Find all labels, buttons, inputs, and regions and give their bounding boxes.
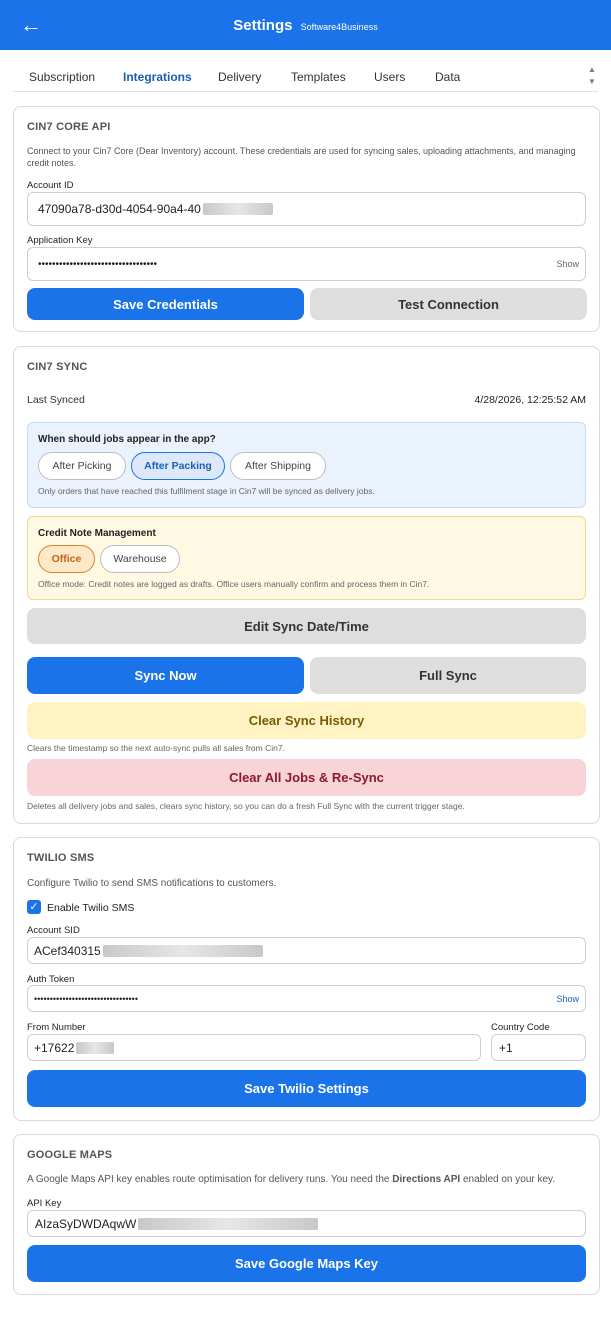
trigger-option-after-shipping[interactable]: After Shipping xyxy=(230,452,326,480)
api-key-label: API Key xyxy=(27,1198,62,1209)
redaction-blur xyxy=(102,944,263,957)
from-number-label: From Number xyxy=(27,1022,86,1033)
page-title: Settings Software4Business xyxy=(0,17,611,34)
show-auth-token-toggle[interactable]: Show xyxy=(556,994,579,1004)
country-code-value: +1 xyxy=(499,1040,513,1055)
account-sid-value: ACef340315 xyxy=(34,943,101,958)
tab-delivery[interactable]: Delivery xyxy=(218,70,261,84)
credit-option-office[interactable]: Office xyxy=(38,545,95,573)
google-maps-card: GOOGLE MAPS A Google Maps API key enable… xyxy=(13,1134,600,1295)
sync-trigger-panel: When should jobs appear in the app? Afte… xyxy=(27,422,586,508)
app-header: ← Settings Software4Business xyxy=(0,0,611,50)
section-title: GOOGLE MAPS xyxy=(27,1149,113,1161)
show-app-key-toggle[interactable]: Show xyxy=(556,259,579,269)
account-id-input[interactable]: 47090a78-d30d-4054-90a4-40 xyxy=(27,192,586,226)
section-title: CIN7 SYNC xyxy=(27,361,88,373)
clear-sync-history-button[interactable]: Clear Sync History xyxy=(27,702,586,739)
credit-note-panel: Credit Note Management Office Warehouse … xyxy=(27,516,586,600)
from-number-input[interactable]: +17622 xyxy=(27,1034,481,1061)
last-synced-label: Last Synced xyxy=(27,394,85,406)
page-subtitle: Software4Business xyxy=(300,22,378,32)
tab-templates[interactable]: Templates xyxy=(291,70,346,84)
sync-now-button[interactable]: Sync Now xyxy=(27,657,304,694)
description-text-end: enabled on your key. xyxy=(460,1174,556,1185)
trigger-note: Only orders that have reached this fulfi… xyxy=(38,486,375,496)
section-title: CIN7 CORE API xyxy=(27,121,111,133)
account-sid-label: Account SID xyxy=(27,925,80,936)
credit-option-warehouse[interactable]: Warehouse xyxy=(100,545,180,573)
save-twilio-button[interactable]: Save Twilio Settings xyxy=(27,1070,586,1107)
auth-token-value: ••••••••••••••••••••••••••••••••• xyxy=(34,993,138,1004)
section-description: Configure Twilio to send SMS notificatio… xyxy=(27,878,277,889)
redaction-blur xyxy=(76,1041,115,1054)
account-id-value: 47090a78-d30d-4054-90a4-40 xyxy=(38,202,201,216)
section-description: Connect to your Cin7 Core (Dear Inventor… xyxy=(27,146,576,168)
credit-note-description: Office mode: Credit notes are logged as … xyxy=(38,579,430,589)
save-google-maps-button[interactable]: Save Google Maps Key xyxy=(27,1245,586,1282)
trigger-option-after-picking[interactable]: After Picking xyxy=(38,452,126,480)
cin7-core-card: CIN7 CORE API Connect to your Cin7 Core … xyxy=(13,106,600,332)
last-synced-value: 4/28/2026, 12:25:52 AM xyxy=(474,394,586,406)
redaction-blur xyxy=(202,203,273,215)
tab-scroll-control[interactable]: ▲ ▼ xyxy=(586,64,598,88)
test-connection-button[interactable]: Test Connection xyxy=(310,288,587,320)
credit-note-title: Credit Note Management xyxy=(38,528,156,539)
clear-all-jobs-button[interactable]: Clear All Jobs & Re-Sync xyxy=(27,759,586,796)
account-sid-input[interactable]: ACef340315 xyxy=(27,937,586,964)
app-key-input[interactable]: •••••••••••••••••••••••••••••••••• Show xyxy=(27,247,586,281)
twilio-sms-card: TWILIO SMS Configure Twilio to send SMS … xyxy=(13,837,600,1121)
tab-users[interactable]: Users xyxy=(374,70,405,84)
settings-tabs: Subscription Integrations Delivery Templ… xyxy=(13,60,598,92)
account-id-label: Account ID xyxy=(27,180,74,191)
enable-twilio-label: Enable Twilio SMS xyxy=(47,902,135,914)
clear-all-note: Deletes all delivery jobs and sales, cle… xyxy=(27,801,465,811)
description-text: A Google Maps API key enables route opti… xyxy=(27,1174,393,1185)
scroll-up-icon[interactable]: ▲ xyxy=(586,64,598,76)
clear-history-note: Clears the timestamp so the next auto-sy… xyxy=(27,743,285,753)
trigger-option-after-packing[interactable]: After Packing xyxy=(131,452,225,480)
section-title: TWILIO SMS xyxy=(27,852,95,864)
api-key-input[interactable]: AIzaSyDWDAqwW xyxy=(27,1210,586,1237)
directions-api-text: Directions API xyxy=(392,1174,461,1185)
app-key-label: Application Key xyxy=(27,235,93,246)
auth-token-input[interactable]: ••••••••••••••••••••••••••••••••• Show xyxy=(27,985,586,1012)
trigger-question: When should jobs appear in the app? xyxy=(38,434,216,445)
enable-twilio-checkbox[interactable]: ✓ xyxy=(27,900,41,914)
full-sync-button[interactable]: Full Sync xyxy=(310,657,586,694)
tab-integrations[interactable]: Integrations xyxy=(123,70,192,84)
api-key-value: AIzaSyDWDAqwW xyxy=(35,1216,137,1231)
tab-data[interactable]: Data xyxy=(435,70,460,84)
section-description: A Google Maps API key enables route opti… xyxy=(27,1174,555,1186)
edit-sync-datetime-button[interactable]: Edit Sync Date/Time xyxy=(27,608,586,644)
cin7-sync-card: CIN7 SYNC Last Synced 4/28/2026, 12:25:5… xyxy=(13,346,600,824)
app-key-value: •••••••••••••••••••••••••••••••••• xyxy=(38,258,158,270)
from-number-value: +17622 xyxy=(34,1040,75,1055)
page-title-text: Settings xyxy=(233,17,293,34)
country-code-input[interactable]: +1 xyxy=(491,1034,586,1061)
scroll-down-icon[interactable]: ▼ xyxy=(586,76,598,88)
country-code-label: Country Code xyxy=(491,1022,550,1033)
save-credentials-button[interactable]: Save Credentials xyxy=(27,288,304,320)
redaction-blur xyxy=(138,1217,319,1230)
auth-token-label: Auth Token xyxy=(27,974,75,985)
tab-subscription[interactable]: Subscription xyxy=(29,70,95,84)
